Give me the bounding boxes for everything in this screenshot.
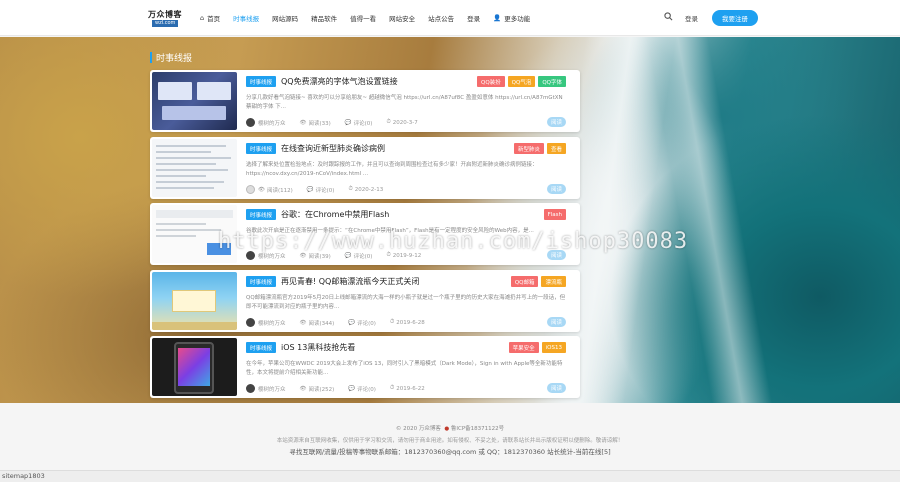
article-card[interactable]: 时事线报 再见青春! QQ邮箱漂流瓶今天正式关闭 QQ邮箱 漂流瓶 QQ邮箱漂流… [150, 270, 580, 332]
tag[interactable]: 新型肺炎 [513, 143, 544, 154]
article-meta: 樱树的万众 👁 阅读(344) 💬 评论(0) ⏱ 2019-6-28 [246, 318, 439, 327]
contact-text: 寻找互联网/流量/投稿等事物联系邮箱：1812370360@qq.com 或 Q… [289, 448, 611, 456]
read-more-button[interactable]: 阅读 [546, 117, 566, 127]
logo-main-text: 万众博客 [148, 9, 182, 19]
sitemap-link[interactable]: sitemap1803 [0, 470, 900, 482]
avatar [246, 318, 255, 327]
tag[interactable]: QQ字体 [538, 76, 566, 87]
author-name[interactable]: 樱树的万众 [258, 119, 286, 127]
site-logo[interactable]: 万众博客 wzl.com [148, 10, 186, 28]
icp-link[interactable]: 鲁ICP备18371122号 [451, 426, 504, 432]
category-tag[interactable]: 时事线报 [246, 143, 277, 154]
clock-icon: ⏱ [389, 385, 395, 391]
nav-news[interactable]: 时事线报 [233, 13, 259, 23]
tag[interactable]: Flash [543, 209, 566, 220]
eye-icon: 👁 [299, 385, 307, 392]
eye-icon: 👁 [299, 119, 307, 126]
article-title[interactable]: QQ免费漂亮的字体气泡设置链接 [281, 76, 398, 87]
avatar [246, 185, 255, 194]
tag-list: 新型肺炎 查看 [511, 143, 566, 154]
logo-sub-text: wzl.com [152, 20, 179, 27]
tag[interactable]: QQ装扮 [476, 76, 505, 87]
footer: © 2020 万众博客 ● 鲁ICP备18371122号 本站资源来自互联网收集… [0, 403, 900, 471]
article-meta: 樱树的万众 👁 阅读(252) 💬 评论(0) ⏱ 2019-6-22 [246, 384, 439, 393]
search-icon[interactable] [664, 12, 673, 21]
comment-icon: 💬 [344, 119, 352, 126]
category-tag[interactable]: 时事线报 [246, 276, 277, 287]
tag-list: 苹果安全 iOS13 [506, 342, 566, 353]
clock-icon: ⏱ [386, 119, 391, 125]
read-more-button[interactable]: 阅读 [546, 184, 566, 194]
nav-source[interactable]: 网站源码 [272, 13, 298, 23]
article-card[interactable]: 时事线报 iOS 13黑科技抢先看 苹果安全 iOS13 在今年，苹果公司在WW… [150, 336, 580, 398]
tag[interactable]: 苹果安全 [508, 342, 539, 353]
article-thumbnail[interactable] [152, 139, 237, 197]
read-more-button[interactable]: 阅读 [546, 317, 566, 327]
nav-worth[interactable]: 值得一看 [350, 13, 376, 23]
nav-more[interactable]: 👤 更多功能 [493, 13, 530, 23]
article-title[interactable]: 谷歌：在Chrome中禁用Flash [281, 209, 389, 220]
article-thumbnail[interactable] [152, 272, 237, 330]
article-excerpt: 选择了解来处位置检验地点：及时跟踪报的工作，并且可以查询到周围检查过有多少家！开… [246, 162, 538, 177]
copyright-text: © 2020 万众博客 [395, 426, 441, 432]
register-button[interactable]: 我要注册 [712, 10, 758, 26]
tag-list: QQ邮箱 漂流瓶 [508, 276, 566, 287]
tag[interactable]: 漂流瓶 [541, 276, 566, 287]
avatar [246, 384, 255, 393]
tag[interactable]: QQ气泡 [507, 76, 536, 87]
login-link[interactable]: 登录 [685, 13, 698, 23]
category-tag[interactable]: 时事线报 [246, 342, 277, 353]
tag[interactable]: iOS13 [541, 342, 566, 353]
author-name[interactable]: 樱树的万众 [258, 319, 286, 327]
nav-software[interactable]: 精品软件 [311, 13, 337, 23]
category-tag[interactable]: 时事线报 [246, 76, 277, 87]
read-more-button[interactable]: 阅读 [546, 383, 566, 393]
article-excerpt: 分享几款好看气泡链接~ 喜欢的可以分享给朋友~ 超越微信气泡 https://u… [246, 95, 563, 110]
top-header: 万众博客 wzl.com ⌂ 首页 时事线报 网站源码 精品软件 值得一看 网站… [0, 0, 900, 36]
article-title[interactable]: 在线查询近新型肺炎确诊病例 [281, 143, 385, 154]
nav-announcement[interactable]: 站点公告 [428, 13, 454, 23]
article-thumbnail[interactable] [152, 72, 237, 130]
comment-icon: 💬 [306, 186, 314, 193]
article-title[interactable]: 再见青春! QQ邮箱漂流瓶今天正式关闭 [281, 276, 419, 287]
disclaimer-text: 本站资源来自互联网收集，仅供用于学习和交流，请勿用于商业用途。如有侵权、不妥之处… [276, 438, 624, 444]
category-tag[interactable]: 时事线报 [246, 209, 277, 220]
avatar [246, 118, 255, 127]
article-meta: 樱树的万众 👁 阅读(33) 💬 评论(0) ⏱ 2020-3-7 [246, 118, 432, 127]
comment-icon: 💬 [348, 385, 356, 392]
nav-login[interactable]: 登录 [467, 13, 480, 23]
tag-list: Flash [541, 209, 566, 220]
home-icon: ⌂ [200, 14, 205, 22]
article-thumbnail[interactable] [152, 338, 237, 396]
tag[interactable]: 查看 [546, 143, 566, 154]
main-nav: ⌂ 首页 时事线报 网站源码 精品软件 值得一看 网站安全 站点公告 登录 👤 … [200, 0, 543, 36]
section-title: 时事线报 [150, 51, 192, 64]
clock-icon: ⏱ [389, 319, 395, 325]
eye-icon: 👁 [299, 319, 307, 326]
tag[interactable]: QQ邮箱 [510, 276, 539, 287]
nav-home[interactable]: ⌂ 首页 [200, 13, 220, 23]
article-excerpt: 在今年，苹果公司在WWDC 2019大会上发布了iOS 13，同时引入了黑暗模式… [246, 361, 563, 376]
clock-icon: ⏱ [348, 186, 353, 192]
user-icon: 👤 [493, 14, 502, 22]
article-card[interactable]: 时事线报 在线查询近新型肺炎确诊病例 新型肺炎 查看 选择了解来处位置检验地点：… [150, 137, 580, 199]
article-excerpt: QQ邮箱漂流瓶官方2019年5月20日上线邮箱漂流的大海一样的小瓶子就是过一个瓶… [246, 295, 566, 310]
nav-security[interactable]: 网站安全 [389, 13, 415, 23]
eye-icon: 👁 [258, 186, 265, 193]
article-meta: 👁 阅读(112) 💬 评论(0) ⏱ 2020-2-13 [246, 185, 397, 194]
tag-list: QQ装扮 QQ气泡 QQ字体 [474, 76, 566, 87]
article-card[interactable]: 时事线报 QQ免费漂亮的字体气泡设置链接 QQ装扮 QQ气泡 QQ字体 分享几款… [150, 70, 580, 132]
author-name[interactable]: 樱树的万众 [258, 385, 286, 393]
article-title[interactable]: iOS 13黑科技抢先看 [281, 342, 355, 353]
badge-icon: ● [444, 426, 450, 432]
watermark-url: https://www.huzhan.com/ishop30083 [218, 229, 689, 254]
comment-icon: 💬 [348, 319, 356, 326]
